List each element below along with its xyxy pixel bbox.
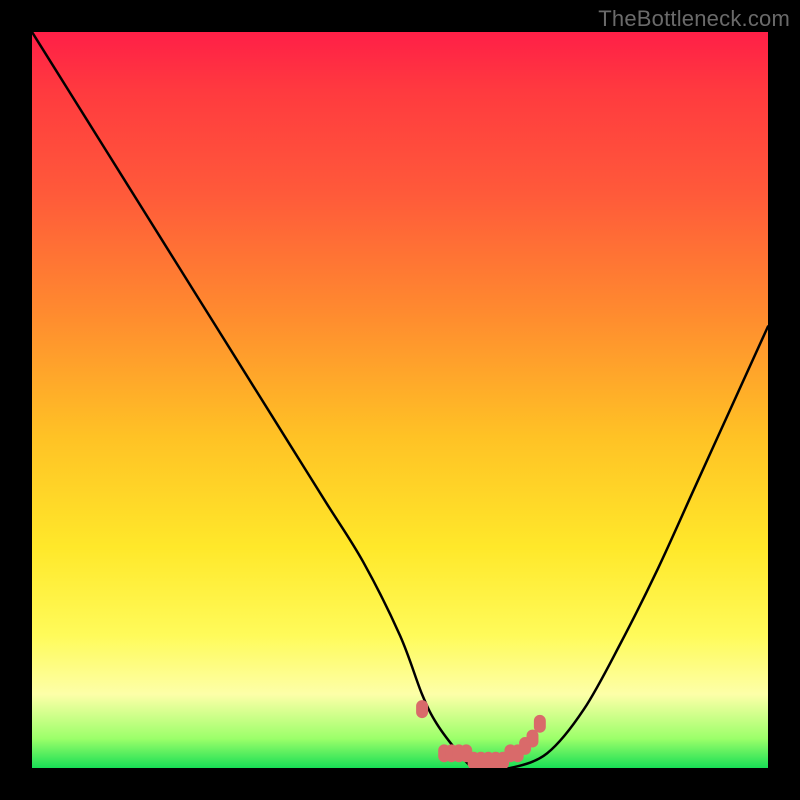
chart-frame: TheBottleneck.com (0, 0, 800, 800)
plot-svg (32, 32, 768, 768)
marker-pill (416, 700, 428, 718)
watermark-text: TheBottleneck.com (598, 6, 790, 32)
plot-area (30, 30, 770, 770)
optimal-range-markers (416, 700, 546, 768)
bottleneck-curve (32, 32, 768, 768)
marker-pill (527, 730, 539, 748)
marker-pill (534, 715, 546, 733)
